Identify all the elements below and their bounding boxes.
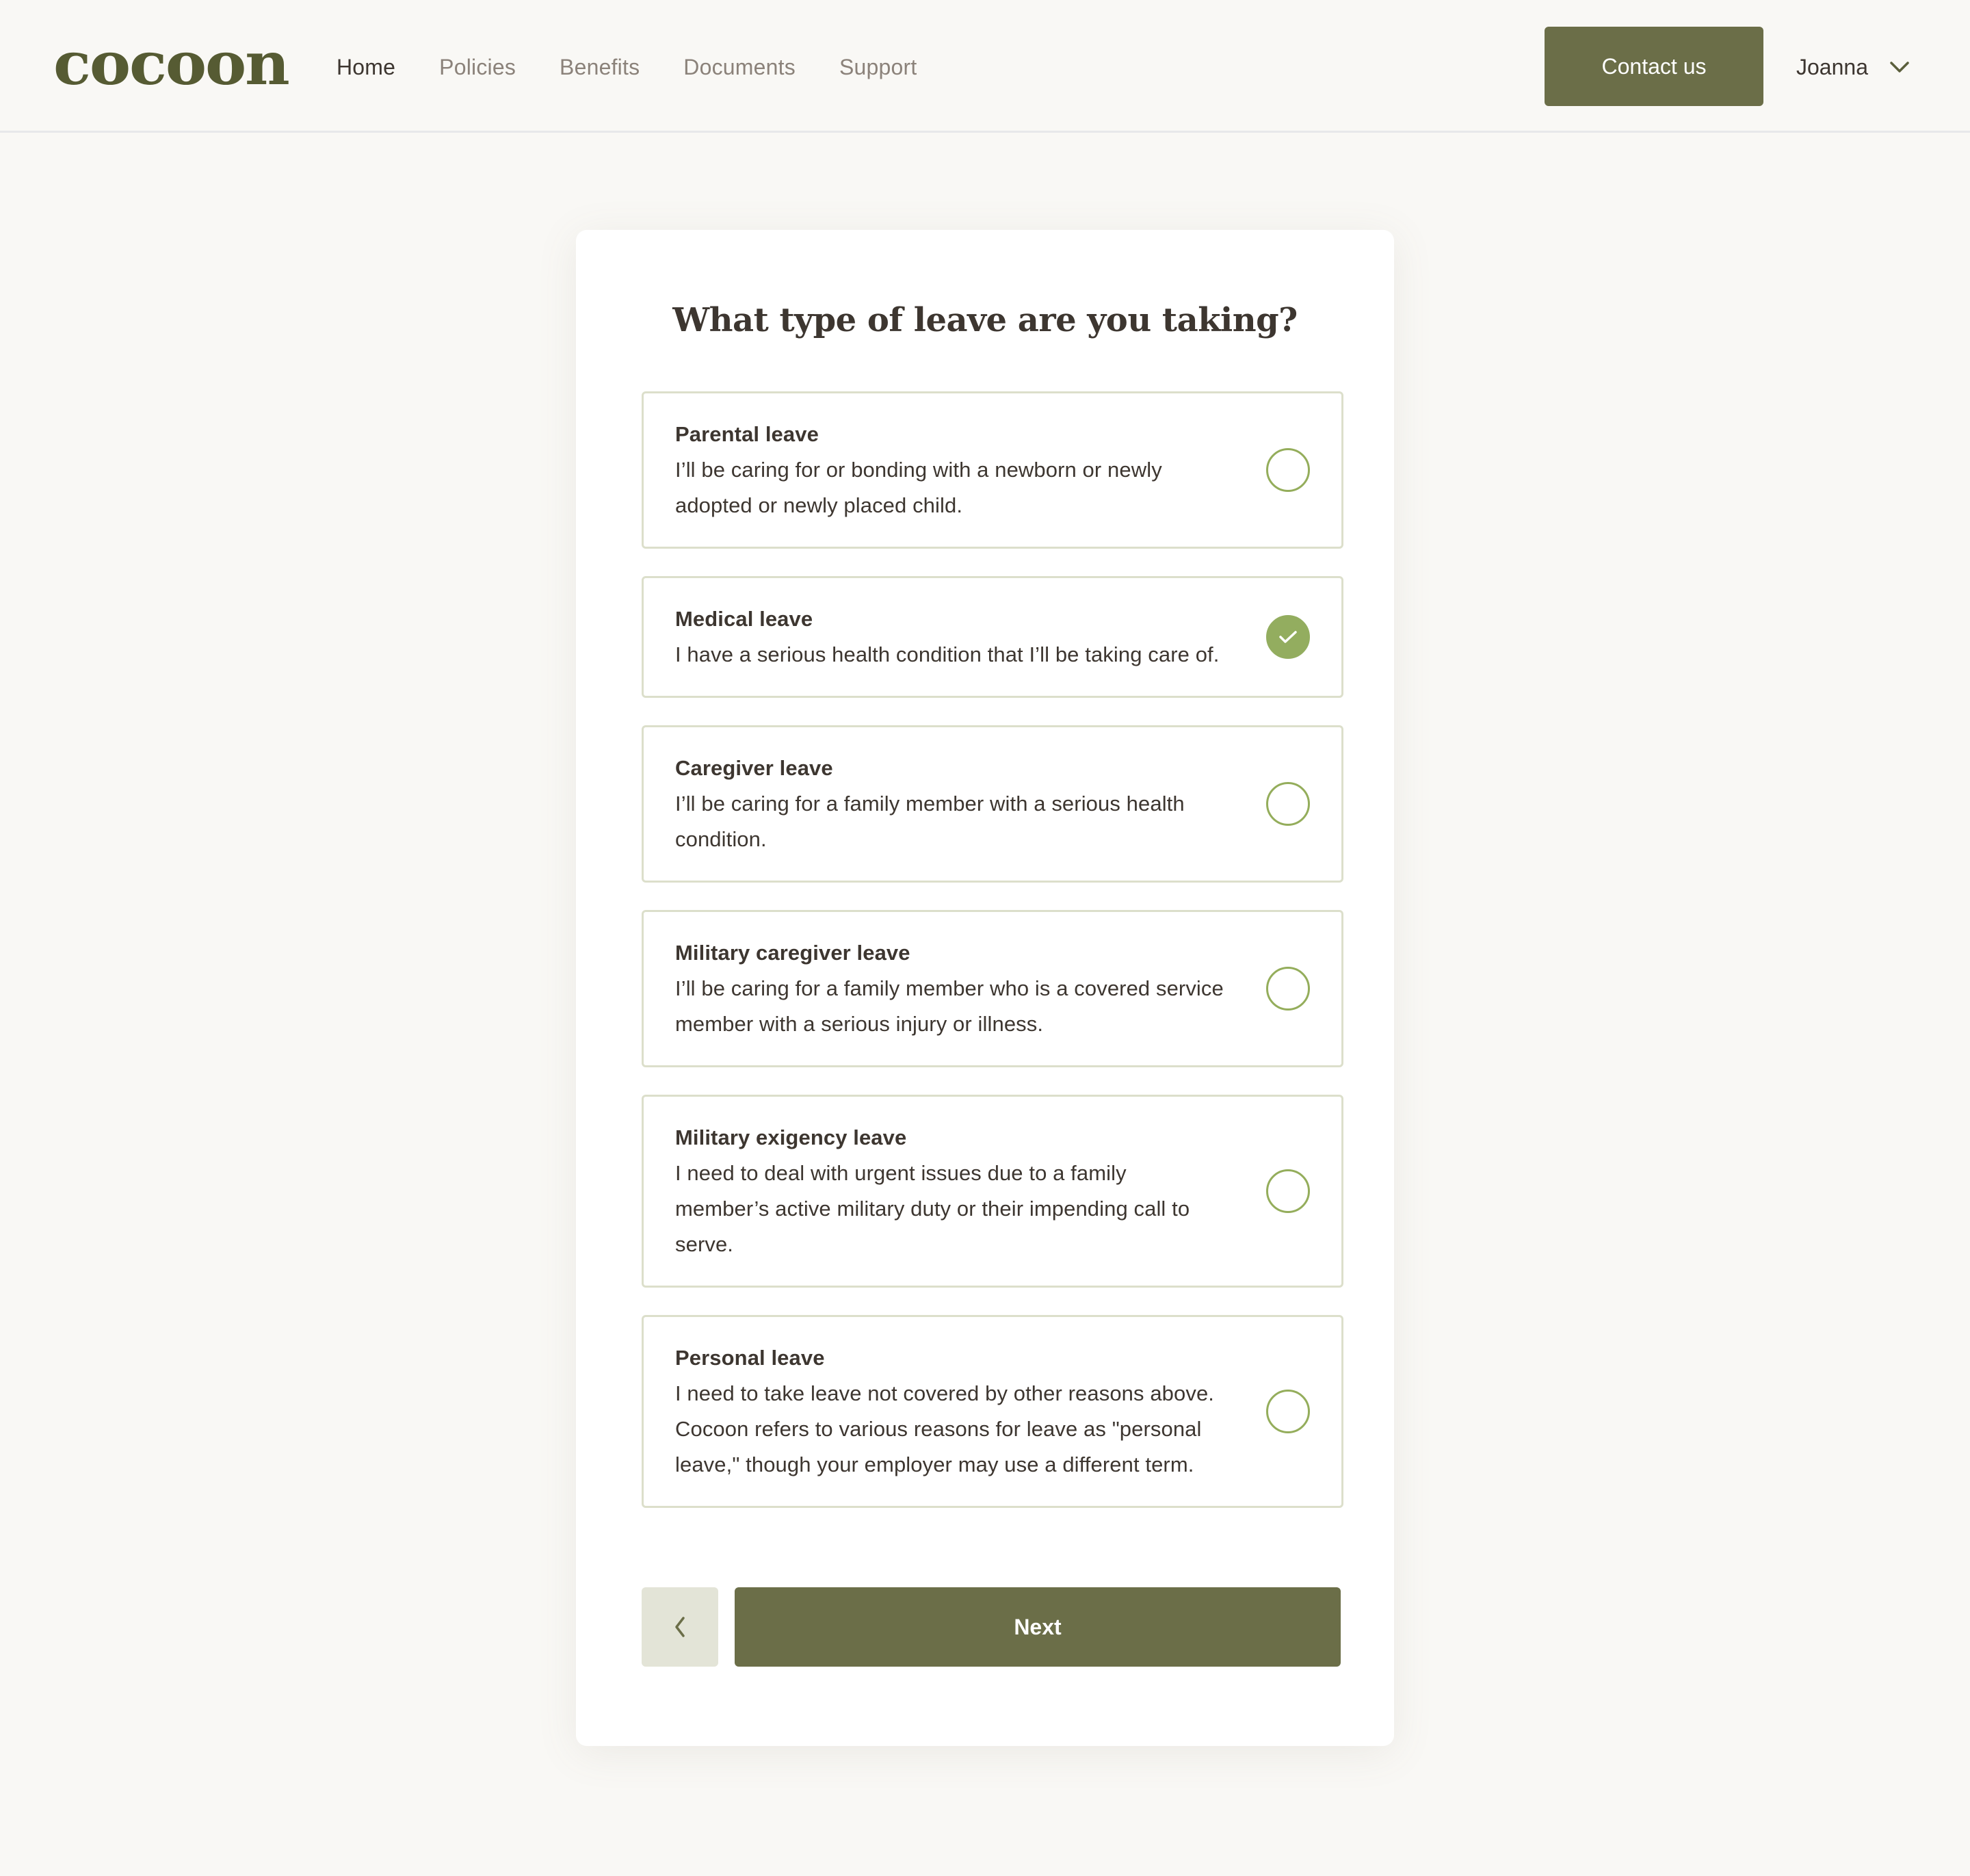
option-description: I’ll be caring for or bonding with a new…	[675, 458, 1162, 517]
option-military-caregiver-leave[interactable]: Military caregiver leave I’ll be caring …	[642, 910, 1343, 1067]
nav-item-policies[interactable]: Policies	[439, 48, 516, 86]
option-title: Caregiver leave	[675, 756, 833, 780]
option-title: Military exigency leave	[675, 1125, 907, 1149]
option-description: I need to take leave not covered by othe…	[675, 1381, 1215, 1476]
form-actions: Next	[642, 1587, 1343, 1667]
checkmark-icon	[1279, 631, 1297, 643]
cocoon-logo[interactable]: cocoon	[53, 30, 290, 99]
leave-type-card: What type of leave are you taking? Paren…	[576, 230, 1394, 1746]
chevron-down-icon	[1889, 56, 1910, 78]
back-button[interactable]	[642, 1587, 718, 1667]
option-military-exigency-leave[interactable]: Military exigency leave I need to deal w…	[642, 1095, 1343, 1288]
option-description: I’ll be caring for a family member who i…	[675, 976, 1224, 1036]
nav-item-documents[interactable]: Documents	[683, 48, 796, 86]
option-personal-leave[interactable]: Personal leave I need to take leave not …	[642, 1315, 1343, 1508]
leave-options-list: Parental leave I’ll be caring for or bon…	[642, 391, 1343, 1535]
option-description: I’ll be caring for a family member with …	[675, 792, 1185, 851]
next-button[interactable]: Next	[735, 1587, 1341, 1667]
main-nav: Home Policies Benefits Documents Support	[337, 48, 960, 86]
nav-item-support[interactable]: Support	[839, 48, 917, 86]
radio-checked-icon[interactable]	[1266, 615, 1310, 659]
option-parental-leave[interactable]: Parental leave I’ll be caring for or bon…	[642, 391, 1343, 549]
option-caregiver-leave[interactable]: Caregiver leave I’ll be caring for a fam…	[642, 725, 1343, 883]
chevron-left-icon	[675, 1617, 685, 1637]
radio-unchecked-icon[interactable]	[1266, 782, 1310, 826]
radio-unchecked-icon[interactable]	[1266, 448, 1310, 492]
radio-unchecked-icon[interactable]	[1266, 1169, 1310, 1213]
radio-unchecked-icon[interactable]	[1266, 1390, 1310, 1433]
option-title: Medical leave	[675, 607, 813, 631]
option-medical-leave[interactable]: Medical leave I have a serious health co…	[642, 576, 1343, 698]
nav-item-benefits[interactable]: Benefits	[560, 48, 640, 86]
radio-unchecked-icon[interactable]	[1266, 967, 1310, 1011]
option-title: Parental leave	[675, 422, 819, 446]
user-menu[interactable]: Joanna	[1796, 48, 1910, 86]
option-description: I have a serious health condition that I…	[675, 642, 1220, 666]
question-heading: What type of leave are you taking?	[672, 301, 1298, 339]
option-description: I need to deal with urgent issues due to…	[675, 1161, 1190, 1256]
contact-us-button[interactable]: Contact us	[1545, 27, 1763, 106]
option-title: Military caregiver leave	[675, 941, 910, 965]
option-title: Personal leave	[675, 1346, 825, 1370]
top-navigation-bar: cocoon Home Policies Benefits Documents …	[0, 0, 1970, 133]
user-name: Joanna	[1796, 54, 1868, 79]
nav-item-home[interactable]: Home	[337, 48, 395, 86]
